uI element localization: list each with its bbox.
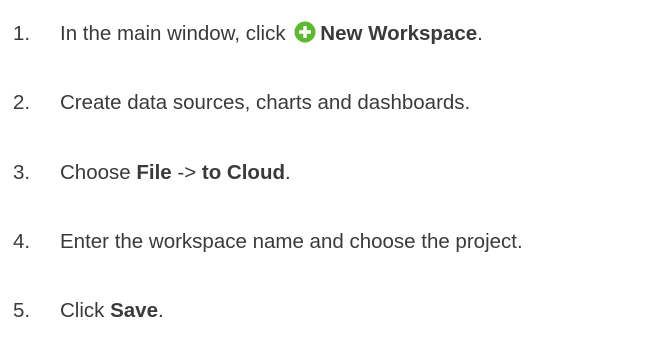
menu-arrow-text: -> <box>171 161 202 184</box>
new-workspace-label: New Workspace <box>320 22 478 45</box>
add-circle-icon <box>294 21 316 43</box>
step-number: 5. <box>13 299 31 322</box>
step-text: Choose File -> to Cloud. <box>60 158 291 188</box>
step-number: 3. <box>13 161 31 184</box>
step-text: In the main window, click New Workspace. <box>60 19 483 49</box>
step-text: Create data sources, charts and dashboar… <box>60 91 471 114</box>
file-menu-label: File <box>136 161 172 184</box>
to-cloud-menu-label: to Cloud <box>201 161 286 184</box>
instruction-steps: 1. In the main window, click New Workspa… <box>0 0 661 361</box>
step-text-part: . <box>477 22 483 45</box>
step-number: 4. <box>13 230 31 253</box>
step-text: Click Save. <box>60 296 164 326</box>
save-label: Save <box>110 299 158 322</box>
step-text-part: Choose <box>60 161 137 184</box>
step-text-part: . <box>285 161 291 184</box>
step-text-part: Click <box>60 299 111 322</box>
step-text-part: . <box>158 299 164 322</box>
step-text-part: In the main window, click <box>60 22 292 45</box>
step-text: Enter the workspace name and choose the … <box>60 230 523 253</box>
step-number: 1. <box>13 22 31 45</box>
step-number: 2. <box>13 91 31 114</box>
